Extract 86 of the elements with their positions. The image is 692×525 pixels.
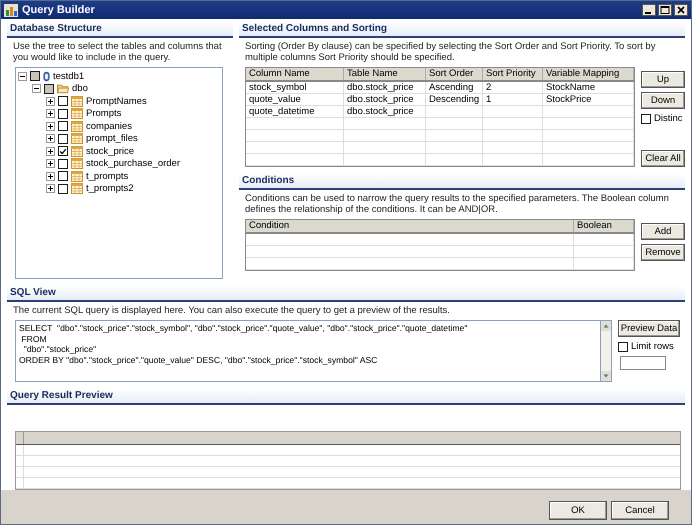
section-header: Database Structure <box>7 21 233 38</box>
expand-icon[interactable] <box>46 184 55 194</box>
preview-data-button[interactable]: Preview Data <box>618 320 680 337</box>
table-cell: 1 <box>483 94 543 105</box>
sql-field[interactable]: SELECT "dbo"."stock_price"."stock_symbol", "dbo"."stock_price"."quote_value", "dbo"."stock_price"."quote_datetime" FROM "dbo"."stock_price" ORDER BY "dbo"."stock_price"."quote_value" DESC, "dbo"."stock_price"."stock_symbol" ASC <box>15 320 600 382</box>
checkbox-label: Limit rows <box>631 341 674 352</box>
dialog-button[interactable]: Cancel <box>611 500 669 520</box>
table-icon <box>71 183 83 194</box>
app-icon <box>4 4 18 16</box>
section-description: The current SQL query is displayed here. You can also execute the query to get a preview of the results. <box>13 305 451 316</box>
table-cell: dbo.stock_price <box>344 94 426 105</box>
expand-icon[interactable] <box>46 109 55 118</box>
limit-rows-field[interactable] <box>620 356 666 370</box>
column-header[interactable]: Boolean <box>574 220 634 232</box>
table-cell: 2 <box>483 82 543 93</box>
dialog-button[interactable]: Remove <box>641 244 685 261</box>
table-icon <box>71 170 83 182</box>
table-icon <box>71 120 83 132</box>
dialog-button[interactable]: Add <box>641 223 685 240</box>
tree-item[interactable]: prompt_files <box>86 133 138 144</box>
table-icon <box>71 133 83 144</box>
window-title: Query Builder <box>22 4 95 16</box>
clear-all-button[interactable]: Clear All <box>641 150 685 167</box>
column-header[interactable]: Sort Order <box>426 68 483 80</box>
table-cell: quote_datetime <box>246 106 344 117</box>
checkbox[interactable] <box>58 96 68 106</box>
section-description: Sorting (Order By clause) can be specified by selecting the Sort Order and Sort Priority. To sort by multiple columns Sort Priority should be specified. <box>245 41 656 63</box>
dialog-button[interactable]: Down <box>641 92 685 109</box>
collapse-icon[interactable] <box>32 84 41 94</box>
table-cell: Descending <box>426 94 483 105</box>
table-cell: quote_value <box>246 94 344 105</box>
column-header[interactable]: Variable Mapping <box>543 68 634 80</box>
table-icon <box>71 108 83 120</box>
maximize-icon[interactable] <box>658 4 672 16</box>
checkbox[interactable] <box>58 171 68 182</box>
column-header[interactable]: Table Name <box>344 68 426 80</box>
dialog-button[interactable]: Up <box>641 71 685 88</box>
collapse-icon[interactable] <box>18 72 27 81</box>
dialog-button[interactable]: OK <box>549 500 607 520</box>
checkbox[interactable] <box>618 342 628 352</box>
checkbox[interactable] <box>58 158 68 169</box>
checkbox[interactable] <box>58 108 68 119</box>
expand-icon[interactable] <box>46 122 55 131</box>
checkbox[interactable] <box>641 114 651 124</box>
column-header[interactable]: Condition <box>246 220 574 232</box>
table-cell: stock_symbol <box>246 82 344 93</box>
tree-item[interactable]: testdb1 <box>53 70 84 82</box>
expand-icon[interactable] <box>46 159 55 168</box>
table-cell: StockPrice <box>543 94 634 105</box>
database-icon <box>43 70 50 82</box>
table-cell: dbo.stock_price <box>344 106 426 117</box>
checkbox[interactable] <box>58 184 68 194</box>
tree-item[interactable]: PromptNames <box>86 96 147 107</box>
section-header: SQL View <box>7 285 685 302</box>
expand-icon[interactable] <box>46 96 55 106</box>
table-cell: StockName <box>543 82 634 93</box>
checkbox[interactable] <box>58 134 68 144</box>
tree-item[interactable]: t_prompts <box>86 170 128 182</box>
column-header[interactable]: Column Name <box>246 68 344 80</box>
scroll-bar[interactable] <box>600 320 612 382</box>
checkbox[interactable] <box>58 121 68 132</box>
column-header[interactable]: Sort Priority <box>483 68 543 80</box>
expand-icon[interactable] <box>46 172 55 181</box>
section-description: Use the tree to select the tables and columns that you would like to include in the query. <box>13 41 223 63</box>
checkbox[interactable] <box>58 146 68 156</box>
section-header: Query Result Preview <box>7 388 685 405</box>
checkbox-label: Distinc <box>654 113 683 124</box>
section-description: Conditions can be used to narrow the query results to the specified parameters. The Boolean column defines the relationship of the conditions. It can be AND|OR. <box>245 193 670 215</box>
expand-icon[interactable] <box>46 146 55 156</box>
tree-item[interactable]: stock_price <box>86 146 134 157</box>
minimize-icon[interactable] <box>642 4 656 16</box>
tree-item[interactable]: stock_purchase_order <box>86 158 180 170</box>
table-cell: Ascending <box>426 82 483 93</box>
close-icon[interactable] <box>674 4 688 16</box>
table-icon <box>71 158 83 170</box>
tree-item[interactable]: dbo <box>72 83 88 94</box>
tree-item[interactable]: Prompts <box>86 108 122 120</box>
section-header: Selected Columns and Sorting <box>239 21 685 38</box>
table-cell: dbo.stock_price <box>344 82 426 93</box>
folder-icon <box>57 83 69 94</box>
tree-item[interactable]: t_prompts2 <box>86 183 134 194</box>
section-header: Conditions <box>239 173 685 190</box>
table-icon <box>71 96 83 107</box>
table-icon <box>71 146 83 157</box>
expand-icon[interactable] <box>46 134 55 144</box>
tree-item[interactable]: companies <box>86 120 132 132</box>
